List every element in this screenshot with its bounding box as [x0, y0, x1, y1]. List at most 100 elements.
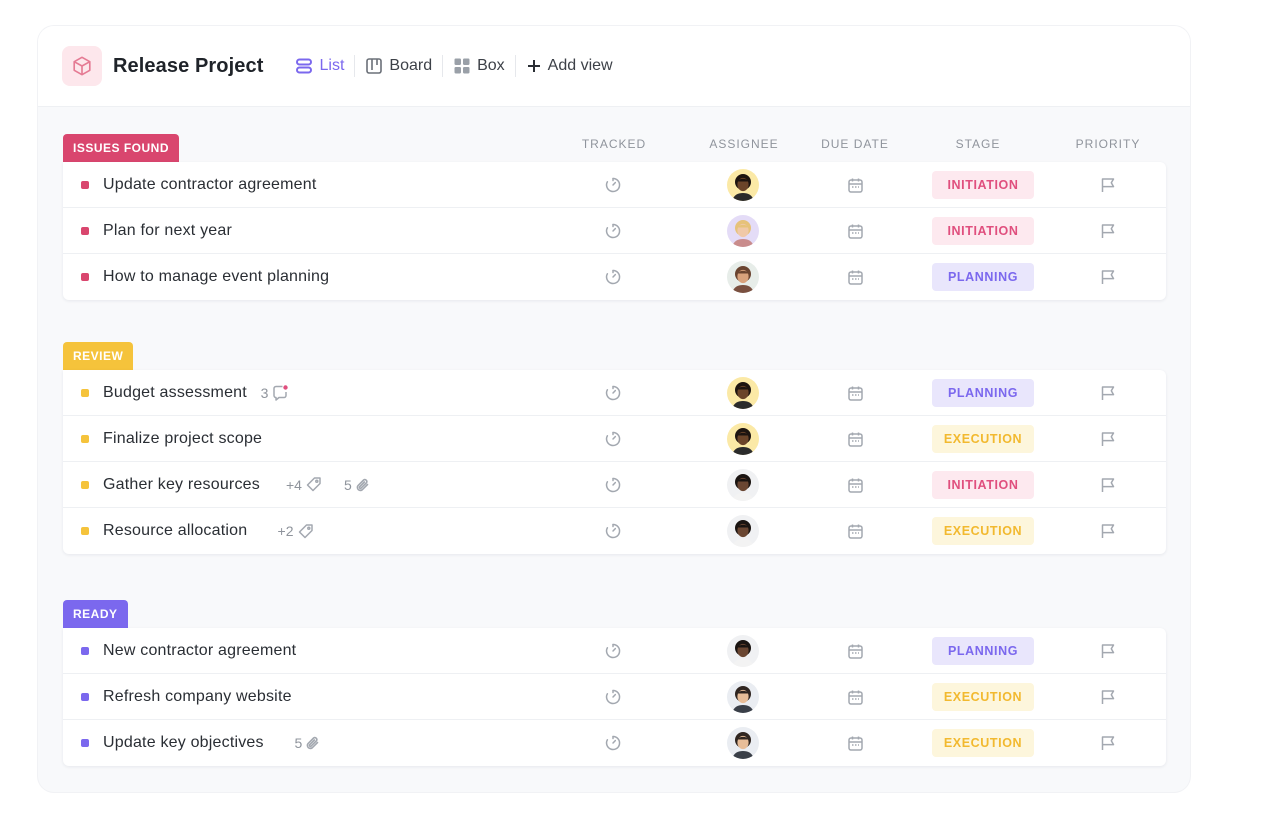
- stage-badge[interactable]: PLANNING: [932, 637, 1034, 665]
- assignee-cell[interactable]: [683, 628, 803, 674]
- avatar[interactable]: [727, 515, 759, 547]
- flag-icon[interactable]: [1048, 254, 1168, 300]
- stage-cell[interactable]: PLANNING: [923, 628, 1043, 674]
- stage-badge[interactable]: EXECUTION: [932, 517, 1034, 545]
- task-row[interactable]: Plan for next year INITIATION: [63, 208, 1166, 254]
- attachment-count[interactable]: 5: [344, 477, 371, 493]
- view-tab-board[interactable]: Board: [355, 51, 442, 81]
- task-row[interactable]: Gather key resources +4 5 INITIATION: [63, 462, 1166, 508]
- stage-cell[interactable]: PLANNING: [923, 254, 1043, 300]
- flag-icon[interactable]: [1048, 370, 1168, 416]
- flag-icon[interactable]: [1048, 674, 1168, 720]
- calendar-icon[interactable]: [795, 208, 915, 254]
- assignee-cell[interactable]: [683, 720, 803, 766]
- status-dot[interactable]: [81, 435, 89, 443]
- status-dot[interactable]: [81, 739, 89, 747]
- task-name[interactable]: Finalize project scope: [103, 430, 262, 448]
- timer-icon[interactable]: [553, 628, 673, 674]
- flag-icon[interactable]: [1048, 508, 1168, 554]
- group-label[interactable]: REVIEW: [63, 342, 134, 370]
- status-dot[interactable]: [81, 527, 89, 535]
- group-label[interactable]: ISSUES FOUND: [63, 134, 180, 162]
- stage-badge[interactable]: PLANNING: [932, 379, 1034, 407]
- stage-cell[interactable]: INITIATION: [923, 462, 1043, 508]
- task-name[interactable]: Plan for next year: [103, 222, 232, 240]
- calendar-icon[interactable]: [795, 162, 915, 208]
- avatar[interactable]: [727, 469, 759, 501]
- avatar[interactable]: [727, 681, 759, 713]
- timer-icon[interactable]: [553, 370, 673, 416]
- avatar[interactable]: [727, 261, 759, 293]
- task-name[interactable]: How to manage event planning: [103, 268, 329, 286]
- calendar-icon[interactable]: [795, 416, 915, 462]
- avatar[interactable]: [727, 215, 759, 247]
- timer-icon[interactable]: [553, 162, 673, 208]
- assignee-cell[interactable]: [683, 416, 803, 462]
- task-row[interactable]: New contractor agreement PLANNING: [63, 628, 1166, 674]
- attachment-count[interactable]: 5: [294, 735, 321, 751]
- assignee-cell[interactable]: [683, 462, 803, 508]
- status-dot[interactable]: [81, 389, 89, 397]
- assignee-cell[interactable]: [683, 674, 803, 720]
- tag-count[interactable]: +2: [278, 523, 314, 540]
- calendar-icon[interactable]: [795, 370, 915, 416]
- assignee-cell[interactable]: [683, 254, 803, 300]
- status-dot[interactable]: [81, 481, 89, 489]
- column-header-stage[interactable]: STAGE: [918, 137, 1038, 151]
- column-header-assignee[interactable]: ASSIGNEE: [684, 137, 804, 151]
- column-header-due-date[interactable]: DUE DATE: [795, 137, 915, 151]
- assignee-cell[interactable]: [683, 162, 803, 208]
- task-row[interactable]: Budget assessment 3 PLANNING: [63, 370, 1166, 416]
- status-dot[interactable]: [81, 693, 89, 701]
- avatar[interactable]: [727, 169, 759, 201]
- calendar-icon[interactable]: [795, 720, 915, 766]
- flag-icon[interactable]: [1048, 720, 1168, 766]
- column-header-tracked[interactable]: TRACKED: [554, 137, 674, 151]
- view-tab-list[interactable]: List: [285, 51, 354, 81]
- stage-cell[interactable]: INITIATION: [923, 162, 1043, 208]
- task-row[interactable]: Finalize project scope EXECUTION: [63, 416, 1166, 462]
- view-tab-box[interactable]: Box: [443, 51, 515, 81]
- stage-cell[interactable]: INITIATION: [923, 208, 1043, 254]
- assignee-cell[interactable]: [683, 508, 803, 554]
- group-label[interactable]: READY: [63, 600, 128, 628]
- task-name[interactable]: Budget assessment: [103, 384, 247, 402]
- flag-icon[interactable]: [1048, 628, 1168, 674]
- calendar-icon[interactable]: [795, 254, 915, 300]
- assignee-cell[interactable]: [683, 208, 803, 254]
- stage-badge[interactable]: EXECUTION: [932, 683, 1034, 711]
- status-dot[interactable]: [81, 647, 89, 655]
- stage-badge[interactable]: EXECUTION: [932, 729, 1034, 757]
- task-name[interactable]: Resource allocation: [103, 522, 247, 540]
- task-name[interactable]: New contractor agreement: [103, 642, 296, 660]
- stage-cell[interactable]: EXECUTION: [923, 674, 1043, 720]
- avatar[interactable]: [727, 727, 759, 759]
- calendar-icon[interactable]: [795, 628, 915, 674]
- stage-badge[interactable]: INITIATION: [932, 171, 1034, 199]
- flag-icon[interactable]: [1048, 462, 1168, 508]
- comment-count[interactable]: 3: [261, 384, 290, 402]
- assignee-cell[interactable]: [683, 370, 803, 416]
- task-name[interactable]: Update contractor agreement: [103, 176, 317, 194]
- task-row[interactable]: Update key objectives 5 EXECUTION: [63, 720, 1166, 766]
- status-dot[interactable]: [81, 181, 89, 189]
- stage-cell[interactable]: PLANNING: [923, 370, 1043, 416]
- timer-icon[interactable]: [553, 254, 673, 300]
- stage-cell[interactable]: EXECUTION: [923, 416, 1043, 462]
- calendar-icon[interactable]: [795, 508, 915, 554]
- timer-icon[interactable]: [553, 508, 673, 554]
- stage-badge[interactable]: INITIATION: [932, 471, 1034, 499]
- task-name[interactable]: Update key objectives: [103, 734, 264, 752]
- calendar-icon[interactable]: [795, 674, 915, 720]
- task-row[interactable]: Update contractor agreement INITIATION: [63, 162, 1166, 208]
- timer-icon[interactable]: [553, 416, 673, 462]
- task-row[interactable]: Refresh company website EXECUTION: [63, 674, 1166, 720]
- task-row[interactable]: Resource allocation +2 EXECUTION: [63, 508, 1166, 554]
- tag-count[interactable]: +4: [286, 476, 322, 493]
- status-dot[interactable]: [81, 273, 89, 281]
- status-dot[interactable]: [81, 227, 89, 235]
- task-row[interactable]: How to manage event planning PLANNING: [63, 254, 1166, 300]
- stage-cell[interactable]: EXECUTION: [923, 720, 1043, 766]
- avatar[interactable]: [727, 377, 759, 409]
- stage-cell[interactable]: EXECUTION: [923, 508, 1043, 554]
